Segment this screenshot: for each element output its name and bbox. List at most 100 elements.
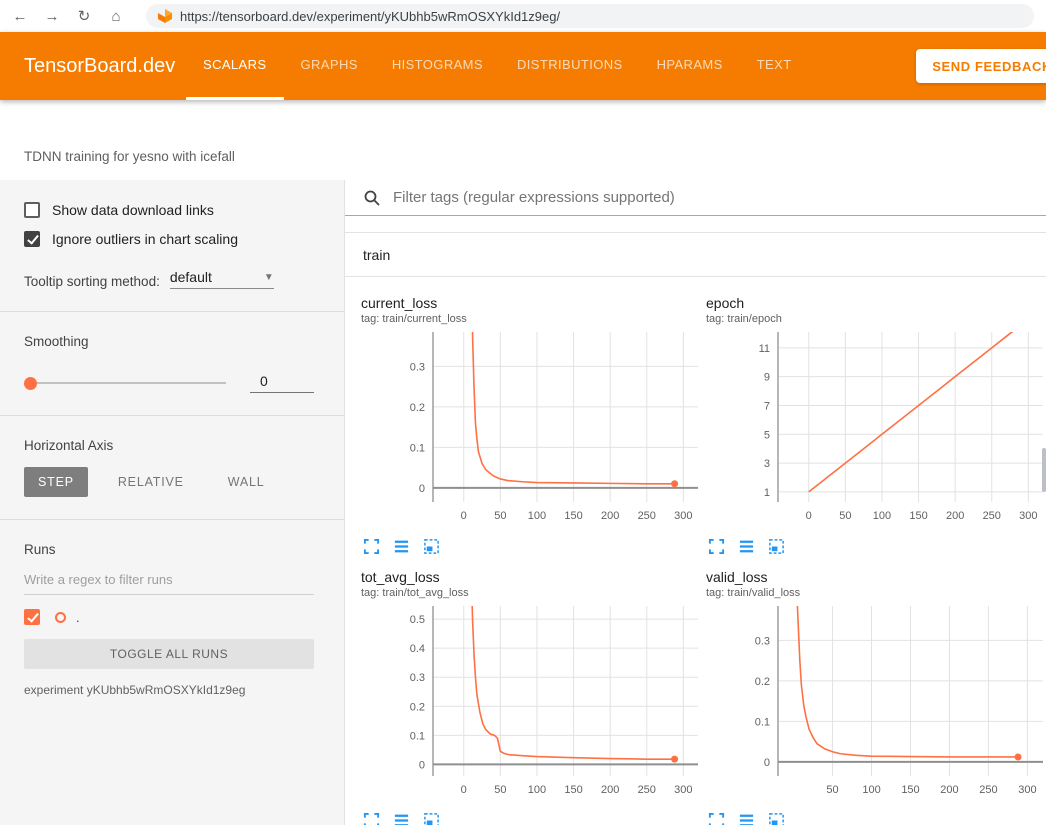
ignore-outliers-checkbox[interactable] — [24, 231, 40, 247]
divider — [0, 415, 344, 416]
chevron-down-icon: ▼ — [264, 272, 274, 283]
smoothing-label: Smoothing — [24, 334, 314, 349]
run-table-icon[interactable] — [393, 538, 410, 555]
run-name: . — [76, 610, 80, 625]
run-table-icon[interactable] — [738, 812, 755, 825]
tooltip-sorting-value: default — [170, 269, 212, 285]
chart-canvas-epoch[interactable]: 0501001502002503001357911 — [706, 327, 1046, 532]
svg-text:200: 200 — [946, 510, 964, 522]
svg-text:250: 250 — [638, 784, 656, 796]
tab-graphs[interactable]: GRAPHS — [284, 32, 375, 100]
fit-domain-icon[interactable] — [768, 538, 785, 555]
chart-tag: tag: train/epoch — [706, 313, 1046, 325]
browser-chrome: ← → ↻ ⌂ https://tensorboard.dev/experime… — [0, 0, 1046, 32]
chart-canvas-valid-loss[interactable]: 5010015020025030000.10.20.3 — [706, 601, 1046, 806]
svg-text:300: 300 — [674, 510, 692, 522]
forward-icon[interactable]: → — [44, 9, 60, 24]
expand-chart-icon[interactable] — [363, 538, 380, 555]
chart-tag: tag: train/current_loss — [361, 313, 701, 325]
axis-step-button[interactable]: STEP — [24, 467, 88, 497]
tab-histograms[interactable]: HISTOGRAMS — [375, 32, 500, 100]
svg-text:300: 300 — [1018, 784, 1036, 796]
run-table-icon[interactable] — [393, 812, 410, 825]
svg-text:0: 0 — [461, 510, 467, 522]
toggle-all-runs-button[interactable]: TOGGLE ALL RUNS — [24, 639, 314, 669]
svg-text:7: 7 — [764, 400, 770, 412]
svg-text:250: 250 — [638, 510, 656, 522]
axis-wall-button[interactable]: WALL — [214, 467, 279, 497]
svg-text:0.2: 0.2 — [410, 402, 425, 414]
axis-relative-button[interactable]: RELATIVE — [104, 467, 198, 497]
svg-text:100: 100 — [528, 784, 546, 796]
ignore-outliers-label: Ignore outliers in chart scaling — [52, 231, 238, 247]
svg-text:5: 5 — [764, 429, 770, 441]
horizontal-axis-label: Horizontal Axis — [24, 438, 314, 453]
url-text: https://tensorboard.dev/experiment/yKUbh… — [180, 9, 560, 24]
svg-text:200: 200 — [601, 784, 619, 796]
train-group-card: train current_loss tag: train/current_lo… — [345, 232, 1046, 825]
chart-card-valid-loss: valid_loss tag: train/valid_loss 5010015… — [706, 569, 1046, 825]
nav-tabs: SCALARS GRAPHS HISTOGRAMS DISTRIBUTIONS … — [186, 32, 809, 100]
expand-chart-icon[interactable] — [708, 812, 725, 825]
divider — [0, 519, 344, 520]
reload-icon[interactable]: ↻ — [76, 9, 92, 24]
svg-text:1: 1 — [764, 487, 770, 499]
fit-domain-icon[interactable] — [423, 812, 440, 825]
run-checkbox[interactable] — [24, 609, 40, 625]
tab-scalars[interactable]: SCALARS — [186, 32, 284, 100]
chart-card-tot-avg-loss: tot_avg_loss tag: train/tot_avg_loss 050… — [361, 569, 701, 825]
tab-hparams[interactable]: HPARAMS — [640, 32, 740, 100]
svg-text:0: 0 — [764, 757, 770, 769]
chart-canvas-tot-avg-loss[interactable]: 05010015020025030000.10.20.30.40.5 — [361, 601, 701, 806]
fit-domain-icon[interactable] — [768, 812, 785, 825]
svg-text:0.1: 0.1 — [755, 716, 770, 728]
send-feedback-button[interactable]: SEND FEEDBACK — [916, 49, 1046, 83]
svg-text:300: 300 — [1019, 510, 1037, 522]
content: Show data download links Ignore outliers… — [0, 180, 1046, 825]
smoothing-slider-knob[interactable] — [24, 377, 37, 390]
svg-text:250: 250 — [979, 784, 997, 796]
scrollbar-thumb[interactable] — [1042, 448, 1046, 492]
svg-text:0.1: 0.1 — [410, 730, 425, 742]
run-table-icon[interactable] — [738, 538, 755, 555]
tab-text[interactable]: TEXT — [740, 32, 809, 100]
fit-domain-icon[interactable] — [423, 538, 440, 555]
runs-filter-input[interactable] — [24, 565, 314, 595]
train-group-header[interactable]: train — [345, 233, 1046, 277]
tooltip-sorting-label: Tooltip sorting method: — [24, 274, 160, 289]
home-icon[interactable]: ⌂ — [108, 9, 124, 24]
app-header: TensorBoard.dev SCALARS GRAPHS HISTOGRAM… — [0, 32, 1046, 100]
svg-text:150: 150 — [901, 784, 919, 796]
chart-title: current_loss — [361, 295, 701, 311]
main-panel: train current_loss tag: train/current_lo… — [345, 180, 1046, 825]
svg-text:300: 300 — [674, 784, 692, 796]
tab-distributions[interactable]: DISTRIBUTIONS — [500, 32, 640, 100]
svg-text:0: 0 — [806, 510, 812, 522]
smoothing-slider[interactable] — [26, 382, 226, 384]
svg-text:0.2: 0.2 — [755, 676, 770, 688]
svg-text:150: 150 — [564, 510, 582, 522]
chart-title: valid_loss — [706, 569, 1046, 585]
address-bar[interactable]: https://tensorboard.dev/experiment/yKUbh… — [146, 4, 1034, 28]
smoothing-value[interactable]: 0 — [250, 373, 314, 393]
app-logo: TensorBoard.dev — [0, 55, 186, 78]
svg-text:3: 3 — [764, 458, 770, 470]
chart-card-epoch: epoch tag: train/epoch 05010015020025030… — [706, 295, 1046, 555]
svg-text:0.3: 0.3 — [410, 361, 425, 373]
svg-text:250: 250 — [983, 510, 1001, 522]
tag-filter-input[interactable] — [391, 188, 1046, 207]
runs-label: Runs — [24, 542, 314, 557]
chart-canvas-current-loss[interactable]: 05010015020025030000.10.20.3 — [361, 327, 701, 532]
expand-chart-icon[interactable] — [363, 812, 380, 825]
svg-text:0.2: 0.2 — [410, 701, 425, 713]
show-download-links-checkbox[interactable] — [24, 202, 40, 218]
chart-card-current-loss: current_loss tag: train/current_loss 050… — [361, 295, 701, 555]
svg-text:200: 200 — [601, 510, 619, 522]
charts-grid: current_loss tag: train/current_loss 0 5 0… — [345, 277, 1046, 825]
back-icon[interactable]: ← — [12, 9, 28, 24]
run-row: . — [24, 609, 314, 625]
tooltip-sorting-dropdown[interactable]: default ▼ — [170, 269, 274, 289]
svg-text:0.1: 0.1 — [410, 442, 425, 454]
svg-text:0.5: 0.5 — [410, 614, 425, 626]
expand-chart-icon[interactable] — [708, 538, 725, 555]
